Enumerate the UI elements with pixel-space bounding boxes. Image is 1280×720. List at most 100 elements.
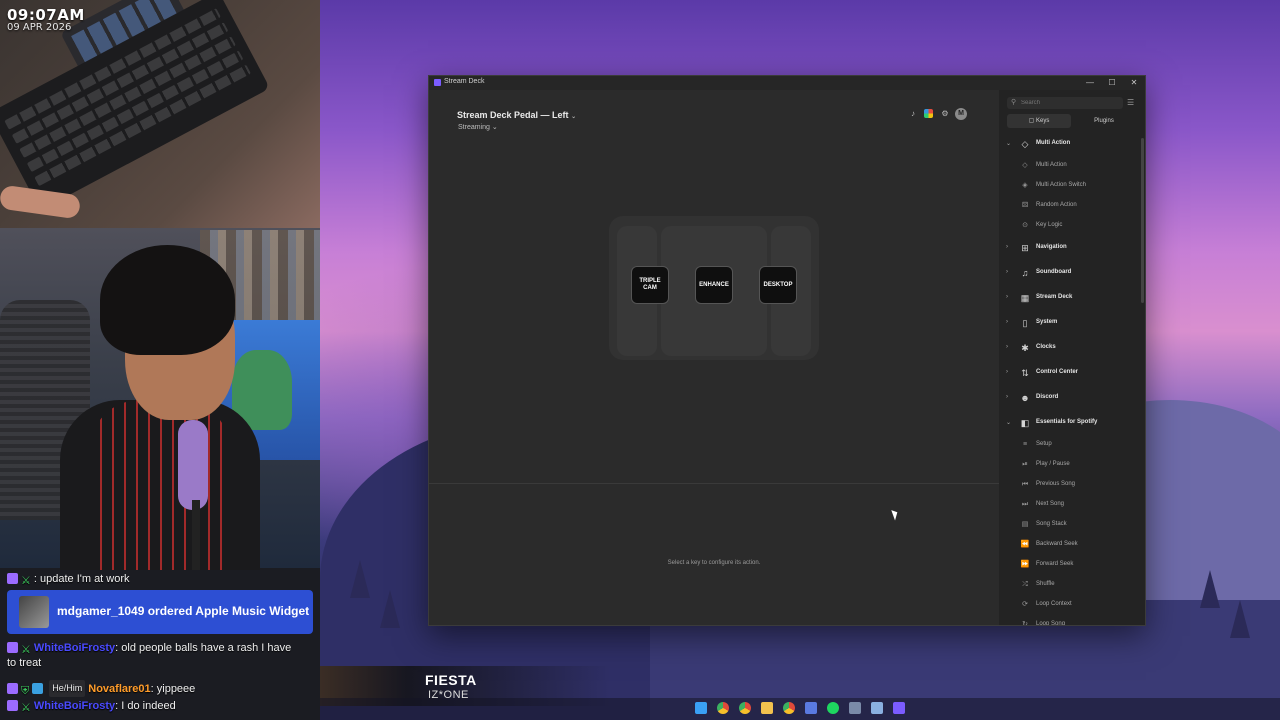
action-item-key-logic[interactable]: ⊙ Key Logic	[999, 216, 1139, 236]
action-label: Multi Action	[1036, 162, 1067, 168]
loop-context-icon: ⟳	[1022, 601, 1028, 608]
category-stream-deck[interactable]: › ▦ Stream Deck	[999, 288, 1139, 308]
song-stack-icon: ▤	[1021, 521, 1029, 528]
device-selector[interactable]: Stream Deck Pedal — Left ⌄	[457, 110, 576, 120]
action-item-loop-context[interactable]: ⟳ Loop Context	[999, 595, 1139, 615]
multi-action-switch-icon: ◈	[1022, 182, 1028, 189]
wallpaper-tree	[1200, 570, 1220, 608]
minimize-button[interactable]: —	[1079, 77, 1101, 89]
action-item-song-stack[interactable]: ▤ Song Stack	[999, 515, 1139, 535]
action-label: Loop Context	[1036, 601, 1072, 607]
action-item-shuffle[interactable]: ⤮ Shuffle	[999, 575, 1139, 595]
actions-sidebar: ⚲ ☰ ▢ Keys Plugins ⌄ ◇ Multi Action ◇ Multi …	[999, 90, 1145, 625]
windows-taskbar	[320, 698, 1280, 720]
tab-plugins[interactable]: Plugins	[1073, 114, 1135, 128]
profile-name: Streaming	[458, 124, 490, 131]
action-item-forward-seek[interactable]: ⏩ Forward Seek	[999, 555, 1139, 575]
chrome-icon[interactable]	[717, 702, 729, 714]
tab-keys[interactable]: ▢ Keys	[1007, 114, 1071, 128]
action-item-backward-seek[interactable]: ⏪ Backward Seek	[999, 535, 1139, 555]
sub-badge-icon	[7, 683, 18, 694]
backward-seek-icon: ⏪	[1020, 541, 1030, 548]
spotify-icon[interactable]	[827, 702, 839, 714]
gear-icon[interactable]: ⚙	[940, 109, 950, 119]
streamer-hair	[100, 245, 235, 355]
stream-deck-icon[interactable]	[893, 702, 905, 714]
wallpaper-tree	[1230, 600, 1250, 638]
pedal-key-left[interactable]: TRIPLE CAM	[631, 266, 669, 304]
profile-selector[interactable]: Streaming ⌄	[458, 123, 498, 131]
chat-text: : yippeee	[150, 683, 196, 695]
next-song-icon: ⏭	[1021, 501, 1029, 508]
action-item-multi-action[interactable]: ◇ Multi Action	[999, 156, 1139, 176]
category-multi-action[interactable]: ⌄ ◇ Multi Action	[999, 134, 1139, 154]
search-input[interactable]	[1021, 97, 1117, 109]
chevron-down-icon: ⌄	[1006, 141, 1012, 147]
sub-badge-icon	[7, 700, 18, 711]
chat-username: Novaflare01	[88, 683, 151, 695]
mic-arm	[192, 500, 200, 570]
maximize-button[interactable]: ☐	[1101, 77, 1123, 89]
close-button[interactable]: ✕	[1123, 77, 1145, 89]
category-control-center[interactable]: › ⇅ Control Center	[999, 363, 1139, 383]
app-icon[interactable]	[849, 702, 861, 714]
file-explorer-icon[interactable]	[761, 702, 773, 714]
action-label: Key Logic	[1036, 222, 1063, 228]
category-clocks[interactable]: › ✱ Clocks	[999, 338, 1139, 358]
category-navigation[interactable]: › ⊞ Navigation	[999, 238, 1139, 258]
category-soundboard[interactable]: › ♫ Soundboard	[999, 263, 1139, 283]
category-label: Essentials for Spotify	[1036, 419, 1098, 425]
chevron-down-icon: ⌄	[1006, 420, 1012, 426]
category-label: Discord	[1036, 394, 1059, 400]
marketplace-icon[interactable]	[924, 109, 933, 118]
chevron-down-icon: ⌄	[571, 114, 577, 120]
setup-icon: ≡	[1022, 441, 1028, 448]
scrollbar[interactable]	[1141, 138, 1144, 303]
control-center-icon: ⇅	[1021, 368, 1029, 378]
spotify-essentials-icon: ◧	[1020, 418, 1030, 428]
chevron-right-icon: ›	[1006, 244, 1008, 250]
tab-label: Keys	[1036, 118, 1050, 124]
action-item-previous-song[interactable]: ⏮ Previous Song	[999, 475, 1139, 495]
action-label: Shuffle	[1036, 581, 1055, 587]
pronoun-badge: He/Him	[49, 680, 86, 697]
action-label: Backward Seek	[1036, 541, 1078, 547]
purchase-alert: mdgamer_1049 ordered Apple Music Widget	[7, 590, 313, 634]
alert-text: mdgamer_1049 ordered Apple Music Widget	[57, 604, 310, 618]
action-item-multi-action-switch[interactable]: ◈ Multi Action Switch	[999, 176, 1139, 196]
pedal-key-center[interactable]: ENHANCE	[695, 266, 733, 304]
category-label: Navigation	[1036, 244, 1067, 250]
pedal-key-right[interactable]: DESKTOP	[759, 266, 797, 304]
action-label: Forward Seek	[1036, 561, 1074, 567]
channel-badge-icon	[32, 683, 44, 694]
search-box: ⚲	[1007, 97, 1123, 109]
windows-start-icon[interactable]	[695, 702, 707, 714]
action-item-play-pause[interactable]: ⏯ Play / Pause	[999, 455, 1139, 475]
avatar[interactable]: M	[955, 108, 967, 120]
streamer-body	[60, 400, 260, 570]
action-item-random-action[interactable]: ⚄ Random Action	[999, 196, 1139, 216]
chrome-icon[interactable]	[783, 702, 795, 714]
device-name: Stream Deck Pedal — Left	[457, 110, 569, 120]
canvas-area: Stream Deck Pedal — Left ⌄ Streaming ⌄ ♪…	[429, 90, 999, 625]
category-label: Soundboard	[1036, 269, 1072, 275]
bell-icon[interactable]: ♪	[908, 109, 918, 119]
action-item-loop-song[interactable]: ↻ Loop Song	[999, 615, 1139, 625]
stream-deck-icon: ▦	[1020, 293, 1030, 303]
chat-username: WhiteBoiFrosty	[33, 642, 116, 654]
forward-seek-icon: ⏩	[1020, 561, 1030, 568]
title-bar: Stream Deck — ☐ ✕	[429, 76, 1145, 90]
sword-badge-icon: ⚔	[21, 575, 31, 587]
category-discord[interactable]: › ☻ Discord	[999, 388, 1139, 408]
chrome-icon[interactable]	[739, 702, 751, 714]
category-system[interactable]: › ▯ System	[999, 313, 1139, 333]
wallpaper-tree	[380, 590, 400, 628]
app-icon[interactable]	[805, 702, 817, 714]
category-essentials-for-spotify[interactable]: ⌄ ◧ Essentials for Spotify	[999, 413, 1139, 433]
action-item-next-song[interactable]: ⏭ Next Song	[999, 495, 1139, 515]
chat-message-continuation: to treat	[7, 657, 42, 669]
app-icon[interactable]	[871, 702, 883, 714]
multi-action-icon: ◇	[1021, 139, 1029, 149]
list-view-icon[interactable]: ☰	[1127, 98, 1134, 107]
action-item-setup[interactable]: ≡ Setup	[999, 435, 1139, 455]
